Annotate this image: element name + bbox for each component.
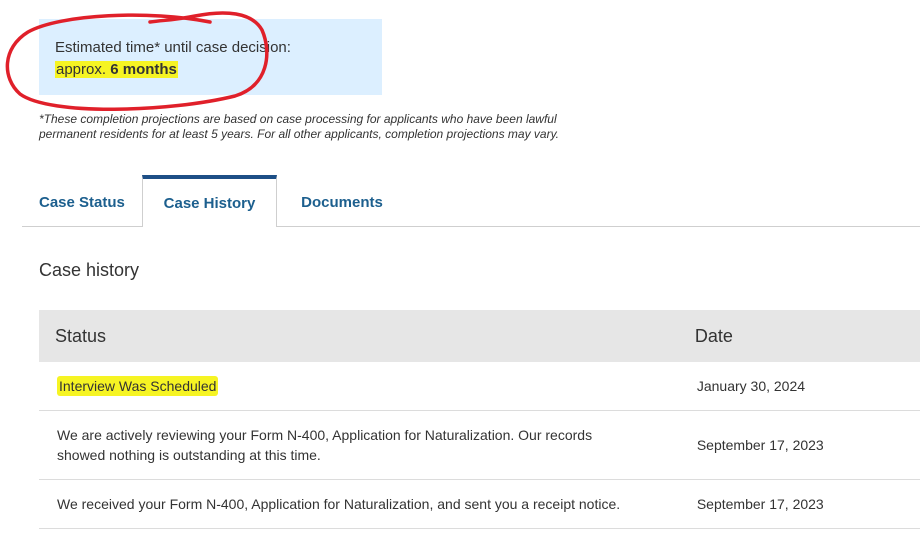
status-text: We received your Form N-400, Application… [57, 496, 621, 512]
section-title: Case history [39, 260, 140, 280]
disclaimer-line-1: *These completion projections are based … [39, 112, 557, 126]
date-cell: January 30, 2024 [686, 362, 920, 411]
status-cell: We are actively reviewing your Form N-40… [39, 410, 687, 480]
estimate-highlight: approx. 6 months [55, 61, 178, 78]
tab-documents[interactable]: Documents [292, 175, 392, 226]
status-cell: We received your Form N-400, Application… [39, 479, 687, 529]
table-row: We are actively reviewing your Form N-40… [39, 410, 920, 480]
status-cell: Interview Was Scheduled [39, 362, 687, 411]
table-row: Interview Was Scheduled January 30, 2024 [39, 362, 920, 411]
disclaimer-text: *These completion projections are based … [39, 112, 639, 142]
tab-case-history[interactable]: Case History [142, 175, 277, 227]
date-cell: September 17, 2023 [686, 479, 920, 529]
case-history-table: Status Date Interview Was Scheduled Janu… [39, 310, 920, 529]
table-row: We received your Form N-400, Application… [39, 479, 920, 529]
estimate-value: approx. 6 months [55, 59, 382, 81]
estimate-box: Estimated time* until case decision: app… [39, 19, 382, 95]
disclaimer-line-2: permanent residents for at least 5 years… [39, 127, 560, 141]
estimate-prefix: approx. [56, 61, 107, 78]
highlighted-status: Interview Was Scheduled [57, 376, 219, 396]
date-column-header: Date [686, 310, 920, 362]
table-header-row: Status Date [39, 310, 920, 362]
case-tabs: Case Status Case History Documents [22, 175, 920, 227]
date-cell: September 17, 2023 [686, 410, 920, 480]
status-text: We are actively reviewing your Form N-40… [57, 427, 593, 463]
status-column-header: Status [39, 310, 687, 362]
tab-case-status[interactable]: Case Status [22, 175, 142, 226]
case-status-page: Estimated time* until case decision: app… [0, 0, 920, 557]
estimate-duration: 6 months [110, 61, 177, 78]
estimate-label: Estimated time* until case decision: [55, 39, 291, 56]
